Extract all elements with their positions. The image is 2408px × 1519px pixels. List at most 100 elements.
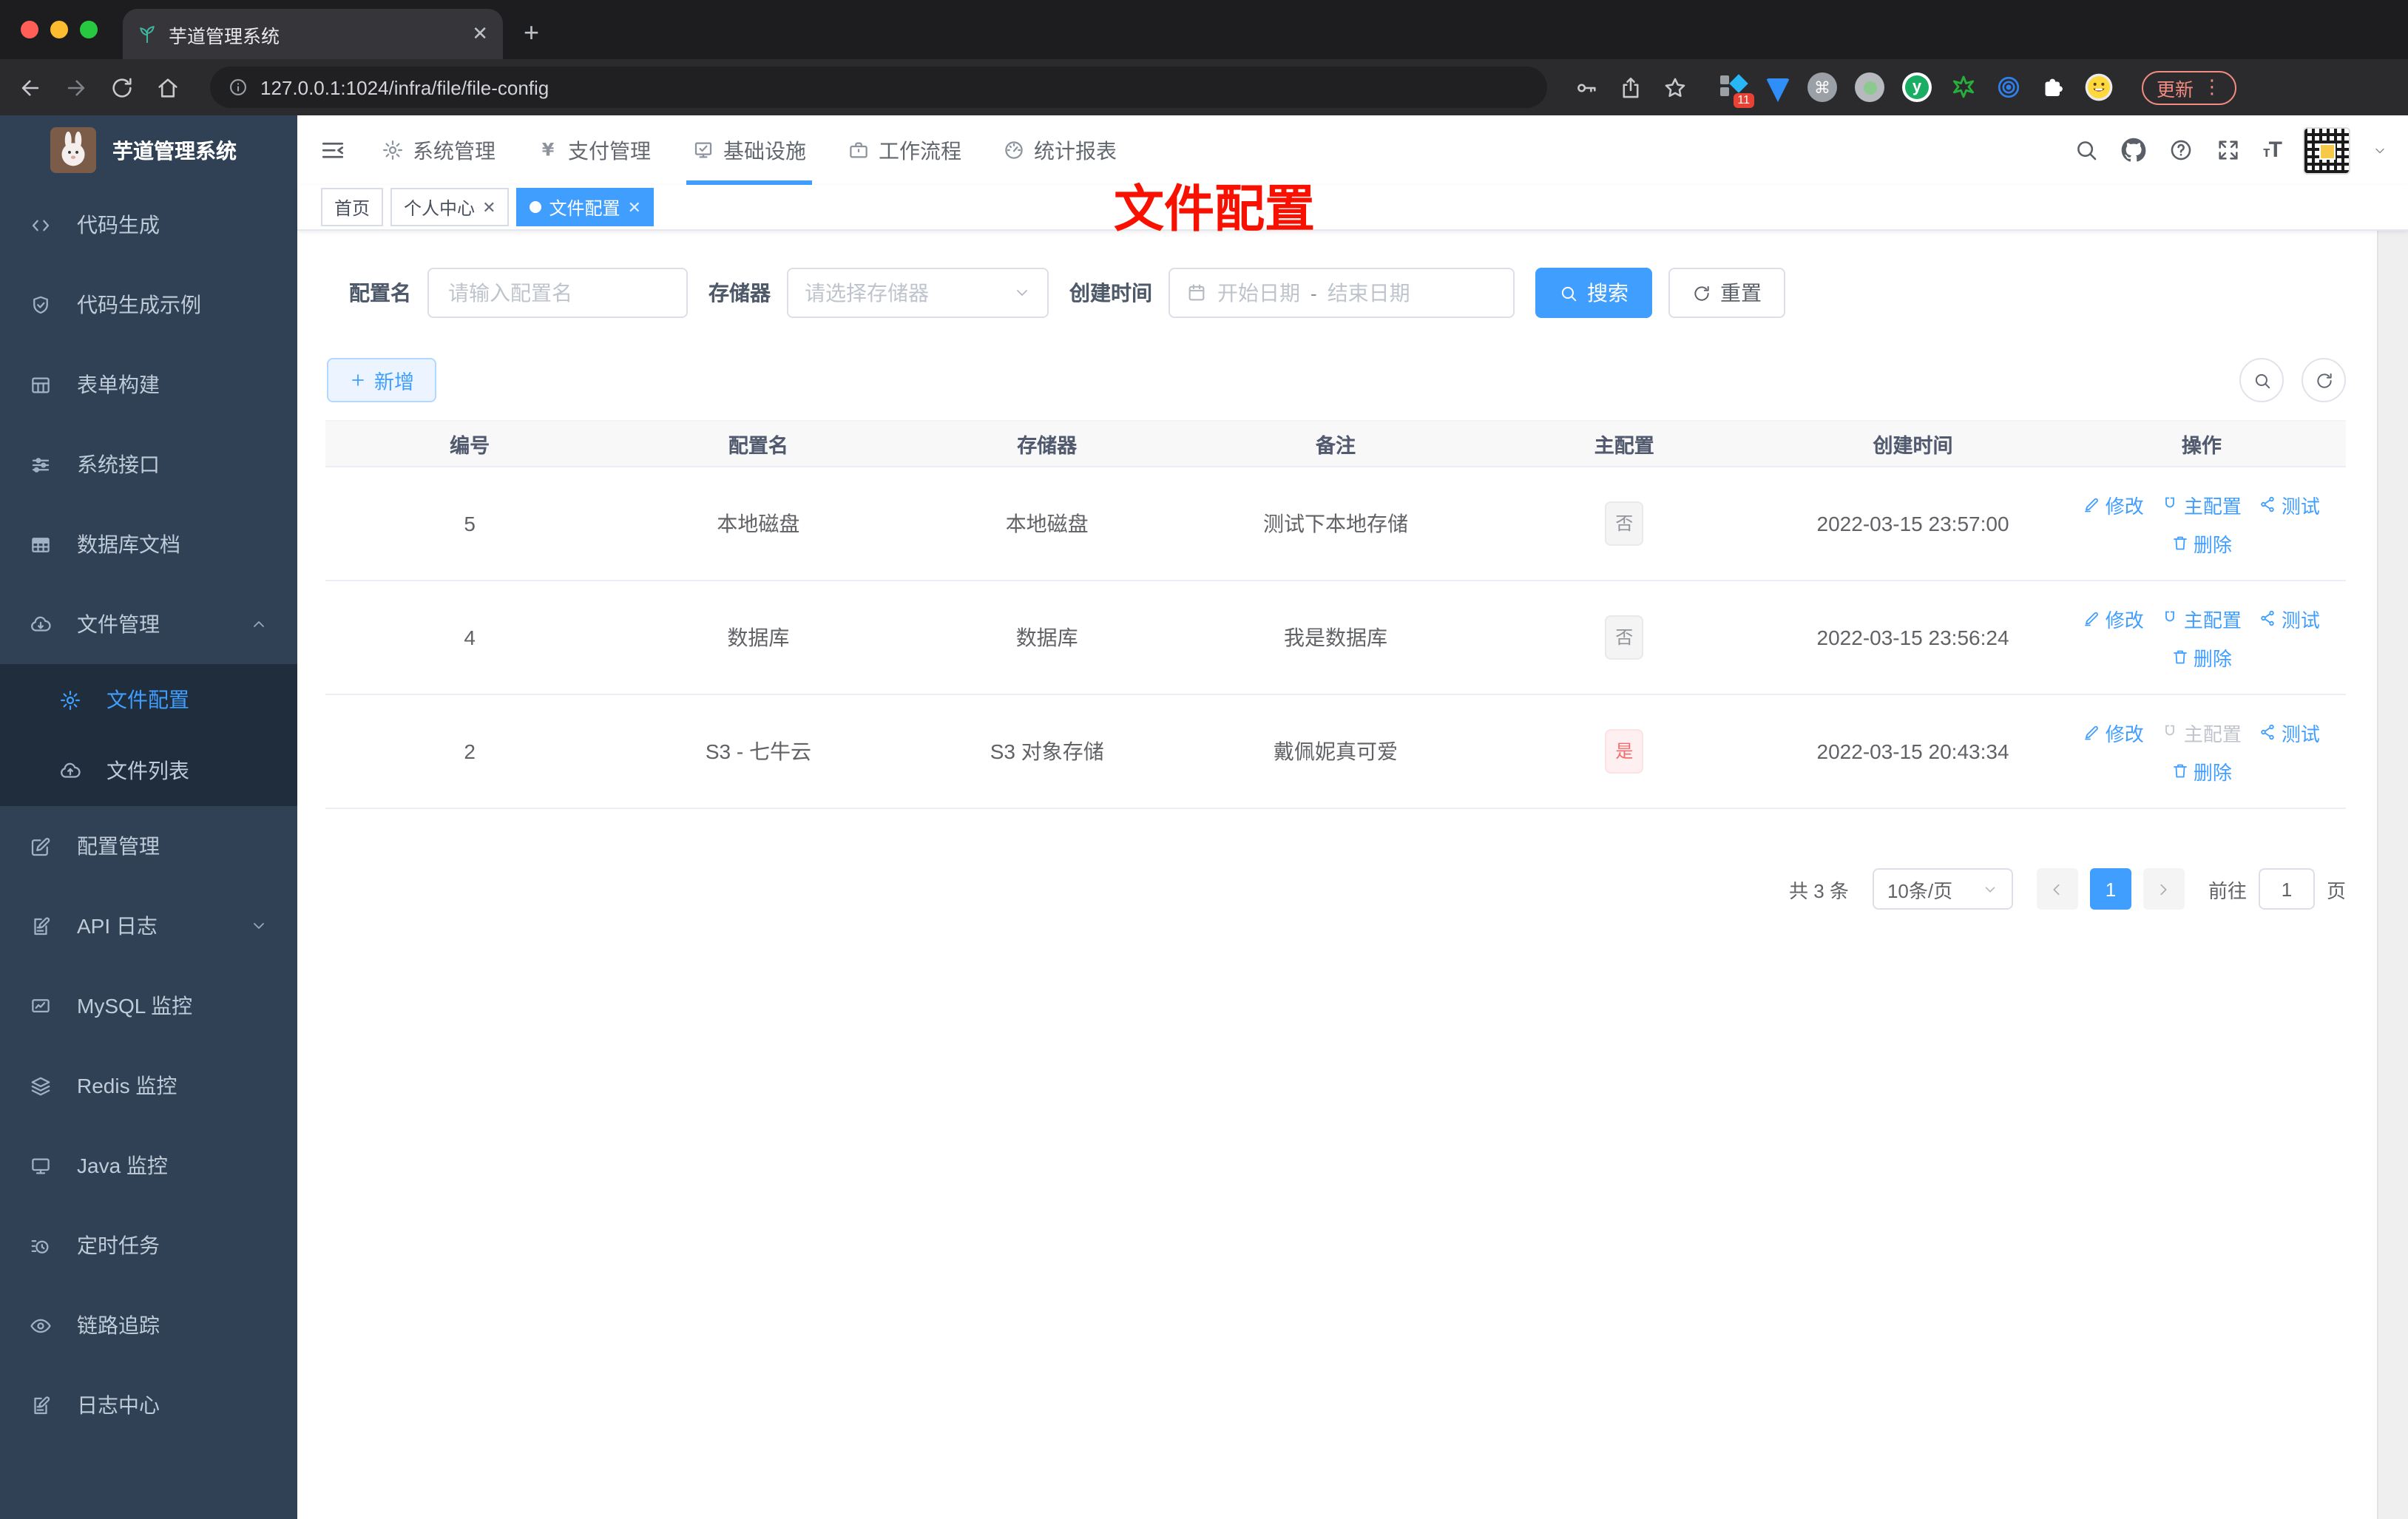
sidebar-item-日志中心[interactable]: 日志中心 [0,1365,297,1445]
sidebar-item-label: 数据库文档 [77,532,180,556]
extensions-puzzle-icon[interactable] [2040,74,2066,101]
cell-name: 数据库 [614,581,903,695]
action-test-link[interactable]: 测试 [2259,604,2320,632]
sidebar-item-代码生成示例[interactable]: 代码生成示例 [0,265,297,345]
collapse-sidebar-icon[interactable] [319,137,346,163]
share-icon [2259,609,2277,627]
topnav-item-基础设施[interactable]: 基础设施 [672,115,827,185]
search-icon[interactable] [2074,138,2099,163]
sidebar-item-Java 监控[interactable]: Java 监控 [0,1126,297,1205]
show-search-button[interactable] [2239,358,2284,402]
dashboard-icon [1003,139,1025,161]
config-name-field[interactable] [445,280,670,306]
prev-page-button[interactable] [2036,868,2078,910]
sidebar-item-MySQL 监控[interactable]: MySQL 监控 [0,966,297,1046]
config-name-input[interactable] [427,268,688,318]
next-page-button[interactable] [2142,868,2185,910]
schedule-icon [30,1234,52,1256]
action-test-link[interactable]: 测试 [2259,718,2320,746]
extension-dimensions-icon[interactable]: 11 [1719,72,1754,108]
sidebar-subitem-label: 文件配置 [106,688,189,711]
sidebar-item-API 日志[interactable]: API 日志 [0,886,297,966]
avatar-caret-icon[interactable] [2373,143,2387,158]
sidebar-item-链路追踪[interactable]: 链路追踪 [0,1285,297,1365]
fullscreen-icon[interactable] [2216,138,2241,163]
sidebar-subitem-文件列表[interactable]: 文件列表 [0,735,297,806]
scrollbar-gutter[interactable] [2377,231,2408,1519]
share-icon[interactable] [1618,75,1643,100]
sidebar-item-文件管理[interactable]: 文件管理 [0,584,297,664]
active-tag-dot [530,201,542,213]
extension-command-icon[interactable]: ⌘ [1807,72,1837,102]
sidebar-item-表单构建[interactable]: 表单构建 [0,345,297,424]
sidebar-item-系统接口[interactable]: 系统接口 [0,424,297,504]
tag-个人中心[interactable]: 个人中心 ✕ [390,188,510,226]
forward-button[interactable] [64,75,89,100]
extension-dot-icon[interactable] [1855,72,1884,102]
add-button[interactable]: 新增 [327,358,436,402]
topnav-item-label: 工作流程 [879,138,961,162]
topnav-item-系统管理[interactable]: 系统管理 [361,115,516,185]
storage-select[interactable]: 请选择存储器 [787,268,1049,318]
avatar[interactable] [2303,126,2350,174]
reset-button[interactable]: 重置 [1668,268,1785,318]
action-delete-link[interactable]: 删除 [2171,643,2232,671]
reload-button[interactable] [109,75,135,100]
extension-emoji-icon[interactable] [2084,72,2114,102]
minimize-window-button[interactable] [50,21,68,38]
password-key-icon[interactable] [1574,75,1599,100]
tag-文件配置[interactable]: 文件配置 ✕ [516,188,655,226]
extension-badge: 11 [1733,93,1754,108]
sidebar-item-Redis 监控[interactable]: Redis 监控 [0,1046,297,1126]
topnav-item-统计报表[interactable]: 统计报表 [982,115,1137,185]
extension-target-icon[interactable] [1995,74,2022,101]
action-test-link[interactable]: 测试 [2259,490,2320,518]
back-button[interactable] [18,75,43,100]
site-info-icon[interactable] [228,77,248,98]
action-master-link[interactable]: 主配置 [2162,604,2242,632]
action-master-link[interactable]: 主配置 [2162,490,2242,518]
close-window-button[interactable] [21,21,38,38]
github-icon[interactable] [2121,138,2146,163]
cell-master: 否 [1480,467,1769,581]
sidebar-item-代码生成[interactable]: 代码生成 [0,185,297,265]
extension-star-icon[interactable] [1949,73,1978,101]
zoom-window-button[interactable] [80,21,98,38]
refresh-table-button[interactable] [2302,358,2346,402]
page-size-select[interactable]: 10条/页 [1872,868,2013,910]
sidebar-item-定时任务[interactable]: 定时任务 [0,1205,297,1285]
tag-close-icon[interactable]: ✕ [482,197,496,217]
search-button[interactable]: 搜索 [1535,268,1652,318]
app-logo-row[interactable]: 芋道管理系统 [0,115,297,185]
new-tab-button[interactable]: + [524,18,539,49]
chevron-down-icon [1013,284,1031,302]
extension-gem-icon[interactable] [1766,78,1790,102]
action-edit-link[interactable]: 修改 [2083,604,2144,632]
cell-remark: 测试下本地存储 [1191,467,1481,581]
action-edit-link[interactable]: 修改 [2083,490,2144,518]
browser-menu-icon[interactable]: ⋮ [2202,75,2222,99]
url-bar[interactable]: 127.0.0.1:1024/infra/file/file-config [210,67,1547,108]
sidebar-item-配置管理[interactable]: 配置管理 [0,806,297,886]
extension-y-icon[interactable]: y [1902,72,1932,102]
help-icon[interactable] [2168,138,2194,163]
action-edit-link[interactable]: 修改 [2083,718,2144,746]
goto-page-input[interactable] [2258,868,2315,910]
date-range-picker[interactable]: 开始日期 - 结束日期 [1169,268,1515,318]
action-delete-link[interactable]: 删除 [2171,757,2232,785]
tag-首页[interactable]: 首页 [321,188,384,226]
font-size-icon[interactable]: тT [2263,138,2282,163]
topnav-item-工作流程[interactable]: 工作流程 [827,115,982,185]
sidebar-subitem-文件配置[interactable]: 文件配置 [0,664,297,735]
storage-placeholder: 请选择存储器 [805,281,929,305]
browser-tab[interactable]: 芋道管理系统 ✕ [123,9,503,59]
action-delete-link[interactable]: 删除 [2171,529,2232,557]
bookmark-star-icon[interactable] [1663,75,1688,100]
tab-close-icon[interactable]: ✕ [472,22,488,46]
tag-close-icon[interactable]: ✕ [628,197,641,217]
page-number-button[interactable]: 1 [2089,868,2131,910]
home-button[interactable] [155,75,180,100]
browser-update-button[interactable]: 更新 ⋮ [2142,70,2237,104]
topnav-item-支付管理[interactable]: ¥ 支付管理 [516,115,672,185]
sidebar-item-数据库文档[interactable]: 数据库文档 [0,504,297,584]
